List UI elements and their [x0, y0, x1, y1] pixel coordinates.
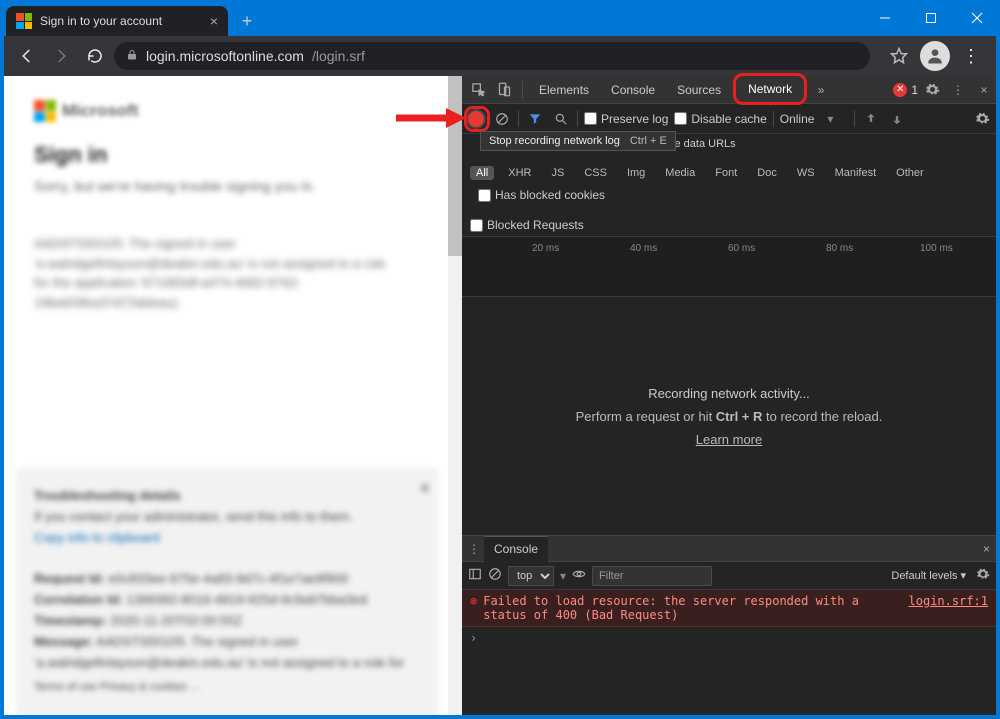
tab-elements[interactable]: Elements — [529, 76, 599, 104]
browser-menu-button[interactable]: ⋮ — [954, 39, 988, 73]
microsoft-logo: Microsoft — [34, 100, 432, 122]
lock-icon — [126, 48, 138, 65]
page-viewport: Microsoft Sign in Sorry, but we're havin… — [4, 76, 462, 715]
browser-tab[interactable]: Sign in to your account × — [6, 6, 228, 36]
browser-tab-strip: Sign in to your account × + — [6, 6, 260, 36]
filter-pill-xhr[interactable]: XHR — [502, 166, 537, 180]
error-summary: Sorry, but we're having trouble signing … — [34, 178, 432, 194]
timeline-tick: 40 ms — [630, 243, 657, 254]
drawer-close-button[interactable]: × — [983, 542, 990, 556]
throttling-dropdown-icon[interactable]: ▾ — [820, 112, 840, 126]
recording-title: Recording network activity... — [648, 386, 810, 401]
tab-console[interactable]: Console — [601, 76, 665, 104]
tab-title: Sign in to your account — [40, 14, 162, 28]
inspect-element-icon[interactable] — [466, 78, 490, 102]
url-host: login.microsoftonline.com — [146, 48, 304, 64]
console-context-select[interactable]: top — [508, 566, 554, 586]
tab-network[interactable]: Network — [733, 73, 807, 105]
window-minimize-button[interactable] — [862, 0, 908, 36]
timeline-tick: 80 ms — [826, 243, 853, 254]
learn-more-link[interactable]: Learn more — [696, 432, 762, 447]
error-count-badge[interactable]: ✕ 1 — [893, 83, 918, 97]
console-prompt[interactable]: › — [462, 627, 996, 649]
tab-close-button[interactable]: × — [210, 13, 218, 29]
window-maximize-button[interactable] — [908, 0, 954, 36]
preserve-log-checkbox[interactable]: Preserve log — [584, 112, 668, 126]
nav-back-button[interactable] — [12, 41, 42, 71]
new-tab-button[interactable]: + — [234, 8, 260, 34]
console-error-source-link[interactable]: login.srf:1 — [909, 594, 988, 608]
download-har-icon[interactable] — [887, 112, 907, 126]
filter-funnel-icon[interactable] — [525, 112, 545, 126]
clear-log-icon[interactable] — [492, 112, 512, 126]
devtools-close-button[interactable]: × — [972, 78, 996, 102]
log-levels-select[interactable]: Default levels ▾ — [891, 569, 966, 582]
address-bar[interactable]: login.microsoftonline.com/login.srf — [114, 42, 870, 70]
recording-subtitle: Perform a request or hit Ctrl + R to rec… — [576, 409, 883, 424]
drawer-menu-icon[interactable]: ⋮ — [468, 542, 480, 556]
network-filter-bar: Stop recording network log Ctrl + E Hide… — [462, 134, 996, 237]
url-path: /login.srf — [312, 48, 365, 64]
microsoft-favicon-icon — [16, 13, 32, 29]
console-filter-input[interactable]: Filter — [592, 566, 712, 586]
upload-har-icon[interactable] — [861, 112, 881, 126]
devtools-menu-icon[interactable]: ⋮ — [946, 78, 970, 102]
network-timeline[interactable]: 20 ms 40 ms 60 ms 80 ms 100 ms — [462, 237, 996, 297]
disable-cache-checkbox[interactable]: Disable cache — [674, 112, 766, 126]
console-clear-icon[interactable] — [488, 567, 502, 584]
error-icon: ⊗ — [470, 594, 477, 608]
filter-pill-all[interactable]: All — [470, 166, 494, 180]
nav-reload-button[interactable] — [80, 41, 110, 71]
search-icon[interactable] — [551, 112, 571, 126]
filter-pill-ws[interactable]: WS — [791, 166, 821, 180]
error-dot-icon: ✕ — [893, 83, 907, 97]
filter-pill-js[interactable]: JS — [545, 166, 570, 180]
device-toolbar-icon[interactable] — [492, 78, 516, 102]
page-heading: Sign in — [34, 142, 432, 168]
blocked-requests-checkbox[interactable]: Blocked Requests — [470, 218, 584, 232]
more-tabs-icon[interactable]: » — [809, 78, 833, 102]
devtools-panel: Elements Console Sources Network » ✕ 1 ⋮… — [462, 76, 996, 715]
browser-toolbar: login.microsoftonline.com/login.srf ⋮ — [4, 36, 996, 76]
network-toolbar: Preserve log Disable cache Online ▾ — [462, 104, 996, 134]
network-settings-gear-icon[interactable] — [972, 111, 992, 126]
nav-forward-button[interactable] — [46, 41, 76, 71]
has-blocked-cookies-checkbox[interactable]: Has blocked cookies — [478, 188, 605, 202]
filter-pill-font[interactable]: Font — [709, 166, 743, 180]
timeline-tick: 100 ms — [920, 243, 953, 254]
bookmark-star-icon[interactable] — [882, 39, 916, 73]
devtools-tabbar: Elements Console Sources Network » ✕ 1 ⋮… — [462, 76, 996, 104]
filter-pill-manifest[interactable]: Manifest — [829, 166, 883, 180]
filter-pill-other[interactable]: Other — [890, 166, 930, 180]
timeline-tick: 60 ms — [728, 243, 755, 254]
filter-pill-img[interactable]: Img — [621, 166, 651, 180]
copy-info-link[interactable]: Copy info to clipboard — [34, 528, 420, 549]
troubleshooting-panel: × Troubleshooting details If you contact… — [16, 468, 438, 715]
console-settings-gear-icon[interactable] — [976, 567, 990, 584]
record-button[interactable] — [466, 109, 486, 129]
window-close-button[interactable] — [954, 0, 1000, 36]
panel-close-button[interactable]: × — [419, 474, 430, 503]
profile-avatar[interactable] — [918, 39, 952, 73]
console-sidebar-icon[interactable] — [468, 567, 482, 584]
settings-gear-icon[interactable] — [920, 78, 944, 102]
network-empty-state: Recording network activity... Perform a … — [462, 297, 996, 535]
throttling-select[interactable]: Online — [780, 112, 815, 126]
filter-pill-doc[interactable]: Doc — [751, 166, 783, 180]
console-error-row[interactable]: ⊗ Failed to load resource: the server re… — [462, 590, 996, 627]
record-tooltip: Stop recording network log Ctrl + E — [480, 131, 676, 151]
drawer-tab-console[interactable]: Console — [484, 536, 548, 562]
filter-pill-css[interactable]: CSS — [578, 166, 613, 180]
tab-sources[interactable]: Sources — [667, 76, 731, 104]
error-detail: AADSTS50105: The signed in user 'a.walri… — [34, 234, 394, 312]
live-expression-icon[interactable] — [572, 567, 586, 584]
console-error-message: Failed to load resource: the server resp… — [483, 594, 902, 622]
timeline-tick: 20 ms — [532, 243, 559, 254]
devtools-drawer: ⋮ Console × top ▾ Filter Default levels … — [462, 535, 996, 715]
filter-pill-media[interactable]: Media — [659, 166, 701, 180]
